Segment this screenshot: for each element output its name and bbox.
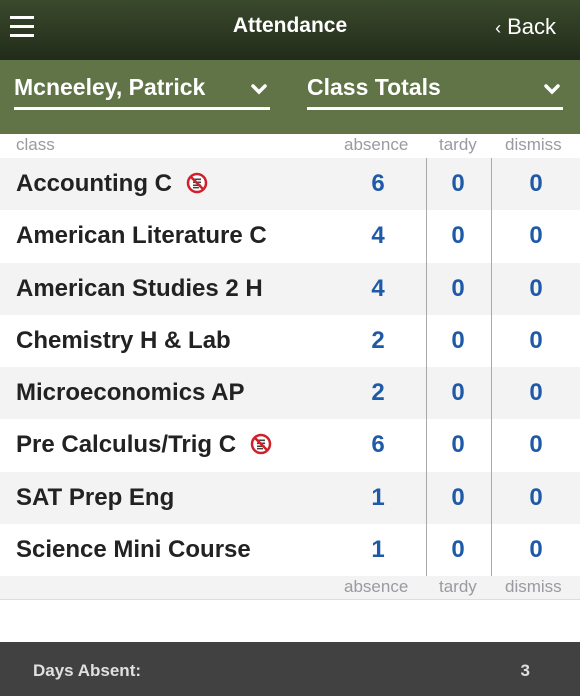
chevron-down-icon	[544, 84, 560, 95]
dismiss-count[interactable]: 0	[516, 170, 556, 198]
view-select[interactable]: Class Totals	[307, 74, 563, 110]
absence-count[interactable]: 4	[358, 222, 398, 250]
class-name-text: SAT Prep Eng	[16, 483, 175, 511]
dismiss-count[interactable]: 0	[516, 431, 556, 459]
class-name: Science Mini Course	[16, 536, 251, 564]
dismiss-count[interactable]: 0	[516, 327, 556, 355]
absence-count[interactable]: 1	[358, 484, 398, 512]
column-divider	[491, 158, 492, 576]
class-name-text: Chemistry H & Lab	[16, 326, 231, 354]
view-select-value: Class Totals	[307, 74, 441, 100]
tardy-count[interactable]: 0	[438, 431, 478, 459]
class-row[interactable]: Accounting C 6 0 0	[0, 158, 580, 211]
dismiss-count[interactable]: 0	[516, 275, 556, 303]
class-name: SAT Prep Eng	[16, 484, 174, 512]
table-footer-header: absence tardy dismiss	[0, 576, 580, 600]
table-header: class absence tardy dismiss	[0, 134, 580, 156]
page-title: Attendance	[232, 14, 348, 37]
class-row[interactable]: SAT Prep Eng 1 0 0	[0, 471, 580, 525]
dismiss-count[interactable]: 0	[516, 222, 556, 250]
days-absent-label: Days Absent:	[33, 661, 142, 680]
absence-count[interactable]: 6	[358, 170, 398, 198]
class-row[interactable]: Chemistry H & Lab 2 0 0	[0, 315, 580, 367]
dismiss-count[interactable]: 0	[516, 379, 556, 407]
column-class: class	[16, 135, 55, 154]
column-dismiss: dismiss	[505, 577, 562, 596]
top-bar: Attendance ‹ Back	[0, 0, 580, 60]
class-name: Pre Calculus/Trig C	[16, 431, 272, 459]
student-select-value: Mcneeley, Patrick	[14, 74, 206, 100]
no-documents-icon	[250, 433, 272, 455]
absence-count[interactable]: 6	[358, 431, 398, 459]
column-absence: absence	[344, 135, 409, 154]
class-name: American Literature C	[16, 222, 267, 250]
class-name-text: American Literature C	[16, 222, 267, 250]
class-row[interactable]: Microeconomics AP 2 0 0	[0, 367, 580, 420]
no-documents-icon	[186, 172, 208, 194]
days-absent-value: 3	[520, 661, 530, 680]
class-row[interactable]: American Studies 2 H 4 0 0	[0, 262, 580, 315]
absence-count[interactable]: 1	[358, 536, 398, 564]
chevron-down-icon	[251, 84, 267, 95]
tardy-count[interactable]: 0	[438, 222, 478, 250]
back-label: Back	[507, 14, 556, 39]
tardy-count[interactable]: 0	[438, 379, 478, 407]
class-name-text: Accounting C	[16, 170, 172, 197]
summary-bar: Days Absent: 3	[0, 642, 580, 696]
tardy-count[interactable]: 0	[438, 327, 478, 355]
chevron-left-icon: ‹	[495, 18, 502, 38]
absence-count[interactable]: 2	[358, 379, 398, 407]
column-dismiss: dismiss	[505, 135, 562, 154]
filter-bar: Mcneeley, Patrick Class Totals	[0, 60, 580, 134]
class-row[interactable]: American Literature C 4 0 0	[0, 210, 580, 262]
tardy-count[interactable]: 0	[438, 275, 478, 303]
class-list: Accounting C 6 0 0 American Literature C400A…	[0, 158, 580, 576]
absence-count[interactable]: 4	[358, 275, 398, 303]
class-name: American Studies 2 H	[16, 275, 263, 303]
class-name-text: Science Mini Course	[16, 536, 251, 564]
tardy-count[interactable]: 0	[438, 484, 478, 512]
student-select[interactable]: Mcneeley, Patrick	[14, 74, 270, 110]
class-name: Microeconomics AP	[16, 379, 245, 407]
class-row[interactable]: Pre Calculus/Trig C 6 0 0	[0, 419, 580, 471]
class-row[interactable]: Science Mini Course 1 0 0	[0, 524, 580, 576]
class-name-text: Pre Calculus/Trig C	[16, 431, 237, 459]
class-name: Accounting C	[16, 170, 208, 198]
dismiss-count[interactable]: 0	[516, 536, 556, 564]
column-divider	[426, 158, 427, 576]
tardy-count[interactable]: 0	[438, 170, 478, 198]
column-absence: absence	[344, 577, 409, 596]
dismiss-count[interactable]: 0	[516, 484, 556, 512]
tardy-count[interactable]: 0	[438, 536, 478, 564]
absence-count[interactable]: 2	[358, 327, 398, 355]
column-tardy: tardy	[439, 135, 477, 154]
back-button[interactable]: ‹ Back	[495, 14, 556, 40]
class-name-text: Microeconomics AP	[16, 379, 245, 407]
class-name: Chemistry H & Lab	[16, 327, 231, 355]
column-tardy: tardy	[439, 577, 477, 596]
class-name-text: American Studies 2 H	[16, 274, 263, 302]
